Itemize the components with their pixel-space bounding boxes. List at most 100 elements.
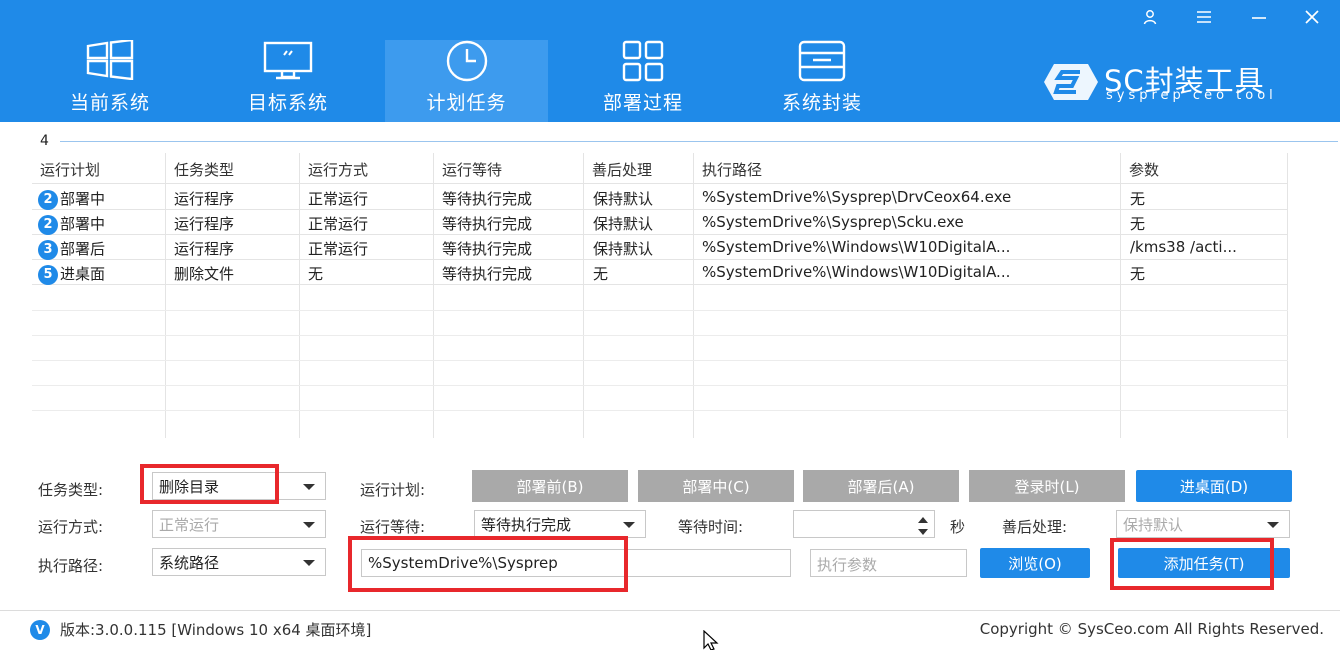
task-type-label: 任务类型: [38,481,104,499]
wait-cell: 等待执行完成 [442,215,533,233]
tab-label: 当前系统 [69,92,150,114]
exec-path-label: 执行路径: [38,557,104,575]
highlight-box [140,464,279,504]
task-count: 4 [40,133,49,149]
windows-icon [82,40,138,84]
tab-current-system[interactable]: 当前系统 [22,40,198,122]
after-cell: 无 [593,265,609,283]
chevron-down-icon [1267,522,1279,528]
plan-before-deploy-button[interactable]: 部署前(B) [472,470,628,502]
table-row[interactable]: 2 部署中 运行程序 正常运行 等待执行完成 保持默认 %SystemDrive%… [32,185,1288,210]
monitor-icon [260,40,316,84]
wait-cell: 等待执行完成 [442,265,533,283]
tab-target-system[interactable]: 目标系统 [200,40,376,122]
close-icon[interactable] [1298,6,1326,28]
after-cell: 保持默认 [593,190,654,208]
column-header[interactable]: 参数 [1129,159,1159,180]
tab-deploy-process[interactable]: 部署过程 [555,40,731,122]
empty-row-line [32,360,1288,361]
app-window: 当前系统 目标系统 计划任务 部署过程 系统封装 SC封装工具 sysprep … [0,0,1340,650]
copyright-text: Copyright © SysCeo.com All Rights Reserv… [979,620,1324,638]
browse-button[interactable]: 浏览(O) [980,548,1090,578]
chevron-down-icon [303,522,315,528]
plan-logon-button[interactable]: 登录时(L) [969,470,1125,502]
footer-divider [0,610,1340,611]
plan-after-deploy-button[interactable]: 部署后(A) [803,470,959,502]
brand-subtitle: sysprep ceo tool [1106,88,1277,103]
plan-during-deploy-button[interactable]: 部署中(C) [638,470,794,502]
minimize-icon[interactable] [1245,6,1273,28]
path-cell: %SystemDrive%\Sysprep\DrvCeox64.exe [702,188,1012,206]
param-cell: 无 [1130,190,1146,208]
run-wait-select[interactable]: 等待执行完成 [474,510,646,538]
type-cell: 运行程序 [174,190,235,208]
run-mode-label: 运行方式: [38,518,104,536]
after-handling-value: 保持默认 [1123,516,1184,534]
brand-logo: SC封装工具 sysprep ceo tool [1040,56,1310,108]
run-wait-label: 运行等待: [360,518,426,536]
empty-row-line [32,410,1288,411]
type-cell: 删除文件 [174,265,235,283]
grid-icon [615,40,671,84]
table-row[interactable]: 5 进桌面 删除文件 无 等待执行完成 无 %SystemDrive%\Windo… [32,260,1288,285]
version-icon: V [30,619,50,640]
plan-badge: 5 [38,264,58,285]
highlight-box [348,536,628,592]
tab-label: 部署过程 [602,92,683,114]
empty-row-line [32,385,1288,386]
tab-label: 系统封装 [781,92,862,114]
exec-path-value: 系统路径 [159,554,220,572]
header-bar: 当前系统 目标系统 计划任务 部署过程 系统封装 SC封装工具 sysprep … [0,0,1340,122]
plan-badge: 3 [38,239,58,260]
plan-cell: 部署中 [60,190,106,208]
after-handling-label: 善后处理: [1002,518,1068,536]
version-text: 版本:3.0.0.115 [Windows 10 x64 桌面环境] [60,621,372,639]
column-header[interactable]: 运行计划 [40,159,100,180]
param-cell: 无 [1130,265,1146,283]
after-handling-select[interactable]: 保持默认 [1116,510,1290,538]
plan-badge: 2 [38,214,58,235]
param-cell: /kms38 /acti... [1130,238,1237,256]
highlight-box [1110,538,1274,590]
param-cell: 无 [1130,215,1146,233]
table-row[interactable]: 3 部署后 运行程序 正常运行 等待执行完成 保持默认 %SystemDrive%… [32,235,1288,260]
wait-cell: 等待执行完成 [442,240,533,258]
column-header[interactable]: 执行路径 [702,159,762,180]
divider [60,141,1338,142]
spinner-arrows-icon [918,517,928,535]
path-cell: %SystemDrive%\Windows\W10DigitalA... [702,263,1011,281]
column-header[interactable]: 运行方式 [308,159,368,180]
column-header[interactable]: 善后处理 [592,159,652,180]
seconds-label: 秒 [950,518,966,536]
wait-time-spinner[interactable] [912,512,934,540]
clock-icon [439,40,495,84]
table-header: 运行计划 任务类型 运行方式 运行等待 善后处理 执行路径 参数 [32,153,1288,184]
run-mode-value: 正常运行 [159,516,220,534]
type-cell: 运行程序 [174,240,235,258]
exec-path-select[interactable]: 系统路径 [152,548,326,576]
empty-row-line [32,335,1288,336]
run-wait-value: 等待执行完成 [481,516,572,534]
column-header[interactable]: 运行等待 [442,159,502,180]
tab-label: 目标系统 [247,92,328,114]
table-row[interactable]: 2 部署中 运行程序 正常运行 等待执行完成 保持默认 %SystemDrive%… [32,210,1288,235]
plan-desktop-button[interactable]: 进桌面(D) [1136,470,1292,502]
plan-cell: 进桌面 [60,265,106,283]
param-input[interactable]: 执行参数 [810,549,967,577]
path-cell: %SystemDrive%\Windows\W10DigitalA... [702,238,1011,256]
run-plan-label: 运行计划: [360,481,426,499]
menu-icon[interactable] [1190,6,1218,28]
tab-label: 计划任务 [426,92,507,114]
user-icon[interactable] [1136,6,1164,28]
type-cell: 运行程序 [174,215,235,233]
column-header[interactable]: 任务类型 [174,159,234,180]
sc-logo-icon [1044,64,1098,100]
run-mode-select[interactable]: 正常运行 [152,510,326,538]
tab-scheduled-tasks[interactable]: 计划任务 [385,40,548,122]
empty-row-line [32,310,1288,311]
mouse-cursor-icon [703,630,719,650]
package-icon [794,40,850,84]
mode-cell: 正常运行 [308,215,369,233]
task-table[interactable]: 运行计划 任务类型 运行方式 运行等待 善后处理 执行路径 参数 2 部署中 运行… [32,153,1288,438]
tab-system-package[interactable]: 系统封装 [734,40,910,122]
